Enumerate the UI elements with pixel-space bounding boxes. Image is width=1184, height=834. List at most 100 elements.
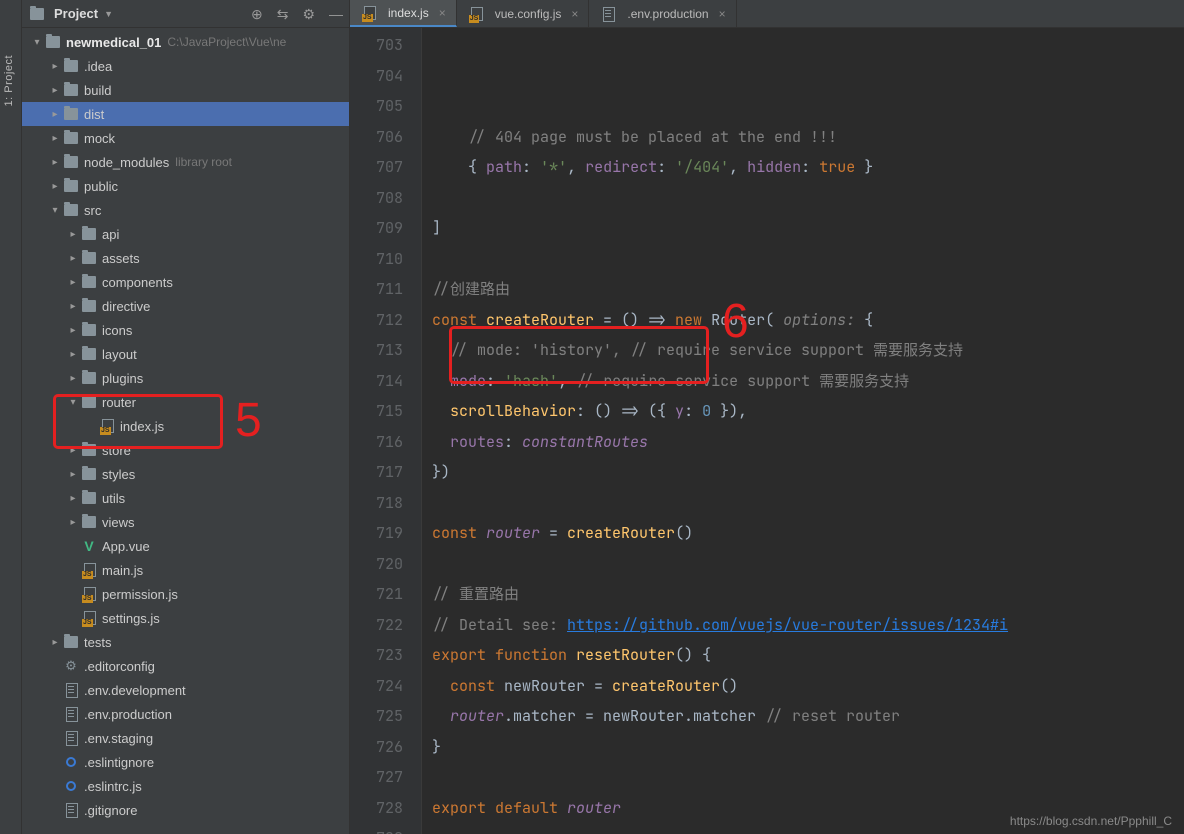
tree-arrow-icon[interactable]: ▸ [66, 301, 80, 312]
close-icon[interactable]: × [571, 7, 578, 21]
code-line-727[interactable] [432, 762, 1184, 793]
code-line-705[interactable] [432, 91, 1184, 122]
tree-row-main-js[interactable]: main.js [22, 558, 349, 582]
code-line-713[interactable]: // mode: 'history', // require service s… [432, 335, 1184, 366]
tree-row-settings-js[interactable]: settings.js [22, 606, 349, 630]
locate-icon[interactable]: ⊕ [251, 7, 263, 21]
tree-row--env-staging[interactable]: .env.staging [22, 726, 349, 750]
code-line-723[interactable]: export function resetRouter() { [432, 640, 1184, 671]
code-area[interactable]: // 404 page must be placed at the end !!… [422, 28, 1184, 834]
tree-arrow-icon[interactable]: ▸ [66, 493, 80, 504]
tree-arrow-icon[interactable]: ▸ [66, 349, 80, 360]
minimize-icon[interactable]: — [329, 7, 343, 21]
tree-label: permission.js [102, 587, 178, 602]
tree-arrow-icon[interactable]: ▸ [66, 277, 80, 288]
side-tab-project[interactable]: 1: Project [0, 50, 18, 111]
code-line-707[interactable]: { path: '*', redirect: '/404', hidden: t… [432, 152, 1184, 183]
tree-row-plugins[interactable]: ▸plugins [22, 366, 349, 390]
tree-arrow-icon[interactable]: ▸ [66, 445, 80, 456]
tree-row-assets[interactable]: ▸ assets [22, 246, 349, 270]
code-line-716[interactable]: routes: constantRoutes [432, 427, 1184, 458]
project-panel-title[interactable]: Project ▼ [28, 6, 113, 21]
close-icon[interactable]: × [439, 6, 446, 20]
code-line-703[interactable] [432, 30, 1184, 61]
code-line-710[interactable] [432, 244, 1184, 275]
tab--env-production[interactable]: .env.production× [589, 0, 736, 27]
tree-arrow-icon[interactable]: ▸ [66, 253, 80, 264]
code-line-718[interactable] [432, 488, 1184, 519]
code-line-719[interactable]: const router = createRouter() [432, 518, 1184, 549]
tree-row-mock[interactable]: ▸mock [22, 126, 349, 150]
tree-row-icons[interactable]: ▸icons [22, 318, 349, 342]
tree-row-index-js[interactable]: index.js [22, 414, 349, 438]
side-tool-window-bar[interactable]: 1: Project [0, 0, 22, 834]
tree-arrow-icon[interactable]: ▾ [66, 397, 80, 408]
tree-row-app-vue[interactable]: VApp.vue [22, 534, 349, 558]
code-line-721[interactable]: // 重置路由 [432, 579, 1184, 610]
tree-row-store[interactable]: ▸store [22, 438, 349, 462]
tree-arrow-icon[interactable]: ▸ [48, 181, 62, 192]
tree-row-build[interactable]: ▸build [22, 78, 349, 102]
tree-arrow-icon[interactable]: ▸ [48, 133, 62, 144]
code-line-704[interactable] [432, 61, 1184, 92]
code-line-714[interactable]: mode: 'hash', // require service support… [432, 366, 1184, 397]
tree-row-public[interactable]: ▸public [22, 174, 349, 198]
tree-row-node-modules[interactable]: ▸node_moduleslibrary root [22, 150, 349, 174]
tree-arrow-icon[interactable]: ▸ [48, 85, 62, 96]
project-tree[interactable]: ▾newmedical_01C:\JavaProject\Vue\ne▸.ide… [22, 28, 349, 834]
tree-arrow-icon[interactable]: ▸ [66, 325, 80, 336]
gutter-line-711: 711 [350, 274, 403, 305]
expand-icon[interactable]: ⇆ [277, 7, 289, 21]
tree-row-utils[interactable]: ▸utils [22, 486, 349, 510]
code-line-726[interactable]: } [432, 732, 1184, 763]
code-line-720[interactable] [432, 549, 1184, 580]
tree-arrow-icon[interactable]: ▸ [66, 517, 80, 528]
tree-row-router[interactable]: ▾router [22, 390, 349, 414]
tree-row-newmedical-01[interactable]: ▾newmedical_01C:\JavaProject\Vue\ne [22, 30, 349, 54]
code-line-709[interactable]: ] [432, 213, 1184, 244]
tree-arrow-icon[interactable]: ▸ [48, 157, 62, 168]
tree-arrow-icon[interactable]: ▸ [48, 637, 62, 648]
tree-row--eslintignore[interactable]: .eslintignore [22, 750, 349, 774]
tree-arrow-icon[interactable]: ▾ [30, 37, 44, 48]
tree-row-dist[interactable]: ▸dist [22, 102, 349, 126]
tree-row-permission-js[interactable]: permission.js [22, 582, 349, 606]
tree-row-styles[interactable]: ▸styles [22, 462, 349, 486]
tree-row--gitignore[interactable]: .gitignore [22, 798, 349, 822]
tab-vue-config-js[interactable]: vue.config.js× [457, 0, 590, 27]
tree-arrow-icon[interactable]: ▸ [66, 229, 80, 240]
tree-arrow-icon[interactable]: ▸ [48, 61, 62, 72]
tree-row--env-development[interactable]: .env.development [22, 678, 349, 702]
close-icon[interactable]: × [719, 7, 726, 21]
tree-arrow-icon[interactable]: ▸ [48, 109, 62, 120]
tree-row--editorconfig[interactable]: ⚙.editorconfig [22, 654, 349, 678]
code-line-711[interactable]: //创建路由 [432, 274, 1184, 305]
tree-row-src[interactable]: ▾src [22, 198, 349, 222]
code-line-717[interactable]: }) [432, 457, 1184, 488]
folder-icon [80, 324, 98, 336]
code-line-724[interactable]: const newRouter = createRouter() [432, 671, 1184, 702]
tree-row--env-production[interactable]: .env.production [22, 702, 349, 726]
tree-arrow-icon[interactable]: ▸ [66, 469, 80, 480]
tree-row-components[interactable]: ▸components [22, 270, 349, 294]
tree-row--eslintrc-js[interactable]: .eslintrc.js [22, 774, 349, 798]
code-line-722[interactable]: // Detail see: https://github.com/vuejs/… [432, 610, 1184, 641]
gutter-line-714: 714 [350, 366, 403, 397]
code-line-725[interactable]: router.matcher = newRouter.matcher // re… [432, 701, 1184, 732]
tab-index-js[interactable]: index.js× [350, 0, 457, 27]
tree-arrow-icon[interactable]: ▾ [48, 205, 62, 216]
code-line-712[interactable]: const createRouter = () => new Router( o… [432, 305, 1184, 336]
tree-row-layout[interactable]: ▸layout [22, 342, 349, 366]
code-line-715[interactable]: scrollBehavior: () => ({ y: 0 }), [432, 396, 1184, 427]
tree-row-api[interactable]: ▸api [22, 222, 349, 246]
tree-label: assets [102, 251, 140, 266]
code-line-706[interactable]: // 404 page must be placed at the end !!… [432, 122, 1184, 153]
tree-row-views[interactable]: ▸views [22, 510, 349, 534]
code-line-708[interactable] [432, 183, 1184, 214]
tree-row-tests[interactable]: ▸tests [22, 630, 349, 654]
tree-arrow-icon[interactable]: ▸ [66, 373, 80, 384]
env-icon [599, 7, 617, 21]
gear-icon[interactable]: ⚙ [302, 7, 315, 21]
tree-row--idea[interactable]: ▸.idea [22, 54, 349, 78]
tree-row-directive[interactable]: ▸directive [22, 294, 349, 318]
